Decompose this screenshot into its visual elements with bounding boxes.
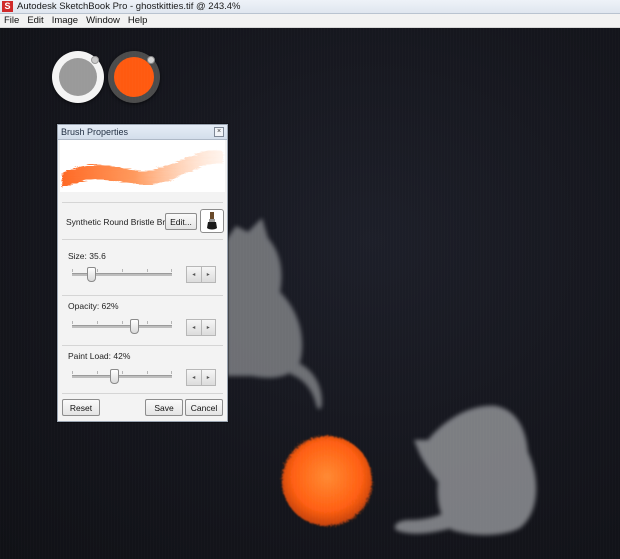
paint-load-slider-track[interactable] — [72, 369, 172, 384]
paint-load-increase-button[interactable]: ▸ — [200, 370, 216, 385]
menu-image[interactable]: Image — [48, 15, 82, 26]
window-title: Autodesk SketchBook Pro - ghostkitties.t… — [17, 1, 241, 12]
brush-name: Synthetic Round Bristle Brush — [66, 217, 179, 227]
size-increase-button[interactable]: ▸ — [200, 267, 216, 282]
secondary-color-swatch — [114, 57, 154, 97]
opacity-slider-thumb[interactable] — [130, 319, 139, 334]
separator — [62, 393, 223, 394]
size-slider-track[interactable] — [72, 267, 172, 282]
paintbrush-icon — [207, 212, 217, 230]
cancel-button[interactable]: Cancel — [185, 399, 223, 416]
separator — [62, 202, 223, 203]
panel-header[interactable]: Brush Properties × — [58, 125, 227, 140]
size-stepper: ◂ ▸ — [186, 266, 216, 283]
paint-load-stepper: ◂ ▸ — [186, 369, 216, 386]
size-slider-thumb[interactable] — [87, 267, 96, 282]
size-label: Size: 35.6 — [68, 251, 106, 261]
paint-load-slider-thumb[interactable] — [110, 369, 119, 384]
sketchbook-logo-icon: S — [2, 1, 13, 12]
puck-handle-dot[interactable] — [91, 56, 99, 64]
separator — [62, 239, 223, 240]
ghost-cat-right — [394, 405, 537, 535]
size-decrease-button[interactable]: ◂ — [187, 267, 201, 282]
opacity-stepper: ◂ ▸ — [186, 319, 216, 336]
paint-load-decrease-button[interactable]: ◂ — [187, 370, 201, 385]
yarn-ball — [282, 436, 372, 526]
brush-properties-panel: Brush Properties × Synthetic Round Brist… — [57, 124, 228, 422]
ghost-cat-left — [226, 218, 322, 410]
brush-stroke-preview — [60, 140, 225, 192]
brush-selector-row: Synthetic Round Bristle Brush Edit... — [58, 209, 227, 233]
menu-file[interactable]: File — [0, 15, 23, 26]
menu-window[interactable]: Window — [82, 15, 124, 26]
reset-button[interactable]: Reset — [62, 399, 100, 416]
close-icon[interactable]: × — [214, 127, 224, 137]
brush-library-button[interactable] — [200, 209, 224, 233]
save-button[interactable]: Save — [145, 399, 183, 416]
window-titlebar: S Autodesk SketchBook Pro - ghostkitties… — [0, 0, 620, 14]
secondary-color-puck[interactable] — [108, 51, 160, 103]
opacity-label: Opacity: 62% — [68, 301, 119, 311]
opacity-slider-track[interactable] — [72, 319, 172, 334]
menu-help[interactable]: Help — [124, 15, 152, 26]
primary-color-swatch — [59, 58, 97, 96]
primary-color-puck[interactable] — [52, 51, 104, 103]
opacity-decrease-button[interactable]: ◂ — [187, 320, 201, 335]
panel-title: Brush Properties — [61, 127, 129, 137]
separator — [62, 295, 223, 296]
opacity-slider-group: Opacity: 62% ◂ ▸ — [58, 301, 227, 351]
size-slider-group: Size: 35.6 ◂ ▸ — [58, 251, 227, 301]
opacity-increase-button[interactable]: ▸ — [200, 320, 216, 335]
edit-brush-button[interactable]: Edit... — [165, 213, 197, 230]
menu-edit[interactable]: Edit — [23, 15, 47, 26]
paint-load-label: Paint Load: 42% — [68, 351, 131, 361]
separator — [62, 345, 223, 346]
puck-handle-dot[interactable] — [147, 56, 155, 64]
menu-bar: File Edit Image Window Help — [0, 14, 620, 28]
